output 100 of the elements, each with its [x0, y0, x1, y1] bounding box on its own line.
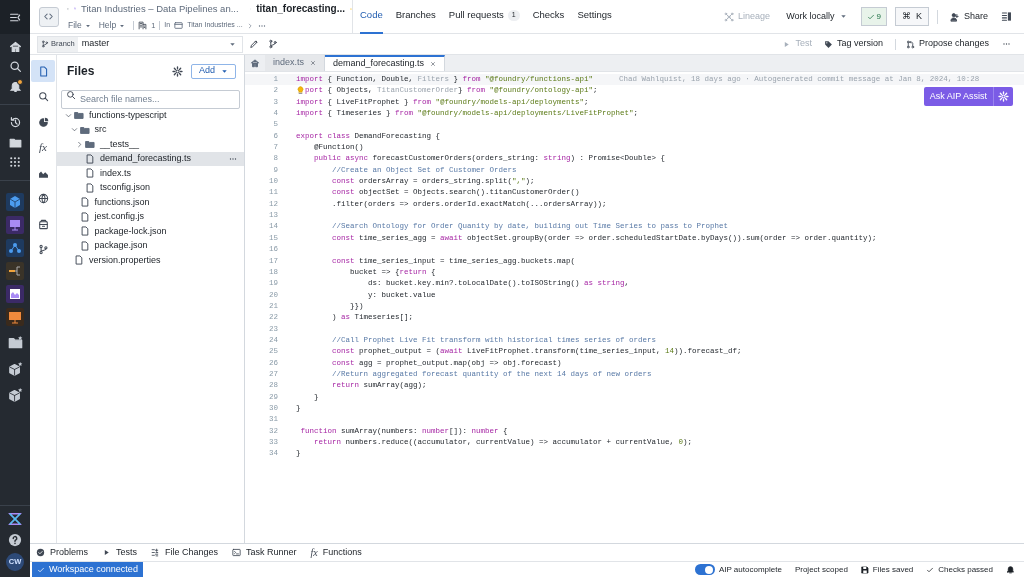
new-branch-icon[interactable]: [268, 39, 278, 49]
file-icon: [79, 211, 90, 222]
folder-icon[interactable]: [8, 136, 22, 149]
network-app-icon[interactable]: [6, 239, 24, 257]
caret-icon: [229, 40, 236, 48]
package-icon: [37, 218, 49, 230]
search-icon: [37, 91, 49, 102]
home-icon[interactable]: [250, 58, 260, 68]
flow-app-icon[interactable]: [6, 262, 24, 280]
tree-item[interactable]: functions-typescript: [57, 108, 244, 123]
close-icon[interactable]: [430, 61, 437, 67]
tree-item[interactable]: demand_forecasting.ts: [57, 151, 244, 166]
command-key: ⌘: [901, 9, 911, 24]
tag-button[interactable]: Tag version: [823, 37, 883, 51]
history-icon[interactable]: [8, 116, 22, 129]
tab-label: Functions: [322, 545, 362, 559]
folder-icon: [85, 139, 95, 150]
fx-icon: fx: [310, 545, 318, 560]
check-icon: [37, 565, 45, 574]
autocomplete-toggle[interactable]: [694, 564, 715, 575]
help-icon[interactable]: [8, 533, 22, 547]
tree-item[interactable]: jest.config.js: [57, 209, 244, 224]
search-field[interactable]: Search file names...: [61, 89, 240, 109]
apps-grid-icon[interactable]: [9, 156, 21, 168]
tree-item[interactable]: package-lock.json: [57, 224, 244, 239]
menu-button[interactable]: File: [68, 19, 91, 32]
panel-toggle-icon[interactable]: [1001, 11, 1012, 22]
check-circle-icon: [36, 548, 45, 557]
panel-tab[interactable]: Task Runner: [232, 545, 297, 560]
file-tab[interactable]: demand_forecasting.ts: [325, 55, 446, 71]
cube-app-icon[interactable]: [6, 193, 24, 211]
status-text: Workspace connected: [49, 562, 138, 576]
panel-tab[interactable]: File Changes: [151, 545, 219, 560]
command-palette-button[interactable]: ⌘ K: [894, 7, 929, 26]
file-icon: [79, 240, 90, 251]
people-icon: [949, 11, 960, 22]
tree-item[interactable]: __tests__: [57, 137, 244, 152]
tab-label: demand_forecasting.ts: [333, 57, 425, 71]
pie-chart-icon: [37, 116, 49, 128]
pencil-icon[interactable]: [249, 39, 259, 49]
checks-button[interactable]: 9: [860, 7, 887, 26]
file-icon: [85, 182, 95, 193]
file-tab[interactable]: index.ts: [265, 55, 326, 71]
folder-icon: [74, 110, 84, 121]
pull-request-icon: [905, 39, 915, 49]
cube-star-icon[interactable]: [7, 361, 23, 376]
branch-icon: [37, 244, 49, 255]
nav-tab[interactable]: Checks: [532, 0, 565, 34]
functions-tab[interactable]: fx: [31, 136, 55, 159]
file-title: titan_forecasting...: [256, 2, 346, 17]
share-button[interactable]: Share: [949, 9, 988, 24]
building-icon: [138, 21, 148, 30]
panel-title: Files: [67, 63, 96, 80]
tree-item[interactable]: version.properties: [57, 253, 244, 268]
add-button[interactable]: Add: [191, 63, 236, 79]
file-icon: [37, 65, 49, 77]
tree-item[interactable]: src: [57, 122, 244, 137]
status-text: Checks passed: [938, 563, 993, 576]
lineage-icon: [724, 11, 735, 22]
folder-icon: [79, 124, 90, 135]
file-icon: [79, 226, 90, 237]
work-locally-dropdown[interactable]: Work locally: [786, 9, 847, 24]
close-icon[interactable]: [310, 60, 317, 66]
logo-icon[interactable]: [8, 512, 22, 526]
tab-label: File Changes: [165, 545, 219, 559]
bell-icon[interactable]: [1006, 565, 1015, 574]
nav-tab[interactable]: Settings: [577, 0, 612, 34]
breadcrumb-link[interactable]: Titan Industries – Data Pipelines an...: [81, 1, 239, 16]
caret-icon: [839, 13, 847, 20]
panel-tab[interactable]: fx Functions: [310, 545, 362, 560]
search-icon: [66, 89, 76, 100]
status-text: Files saved: [872, 563, 914, 576]
chart-app-icon[interactable]: [6, 285, 24, 303]
screen-app-icon[interactable]: [6, 308, 24, 326]
tree-item[interactable]: tsconfig.json: [57, 180, 244, 195]
menu-button[interactable]: Help: [98, 19, 126, 32]
branch-icon: [41, 40, 49, 48]
status-text: Project scoped: [794, 563, 848, 576]
caret-icon: [221, 67, 228, 75]
notifications-icon[interactable]: [8, 80, 22, 93]
check-icon: [866, 12, 875, 21]
panel-tab[interactable]: Problems: [36, 545, 88, 560]
cube-star-icon[interactable]: [7, 387, 23, 402]
lightbulb-icon[interactable]: [296, 85, 305, 96]
play-icon: [102, 548, 111, 557]
nav-tab[interactable]: Branches: [395, 0, 436, 34]
file-icon: [74, 255, 84, 266]
caret-icon: [84, 22, 91, 29]
folder-star-icon[interactable]: [7, 335, 23, 350]
monitor-app-icon[interactable]: [6, 216, 24, 234]
files-tab[interactable]: [31, 60, 55, 82]
panel-tab[interactable]: Tests: [102, 545, 138, 560]
tree-item[interactable]: functions.json: [57, 195, 244, 210]
search-icon[interactable]: [8, 60, 22, 73]
terminal-icon: [232, 548, 242, 557]
connection-status[interactable]: Workspace connected: [32, 562, 143, 577]
tree-item[interactable]: package.json: [57, 238, 244, 253]
propose-button[interactable]: Propose changes: [905, 37, 989, 51]
nav-tab[interactable]: Code: [360, 0, 383, 34]
tree-item[interactable]: index.ts: [57, 166, 244, 181]
